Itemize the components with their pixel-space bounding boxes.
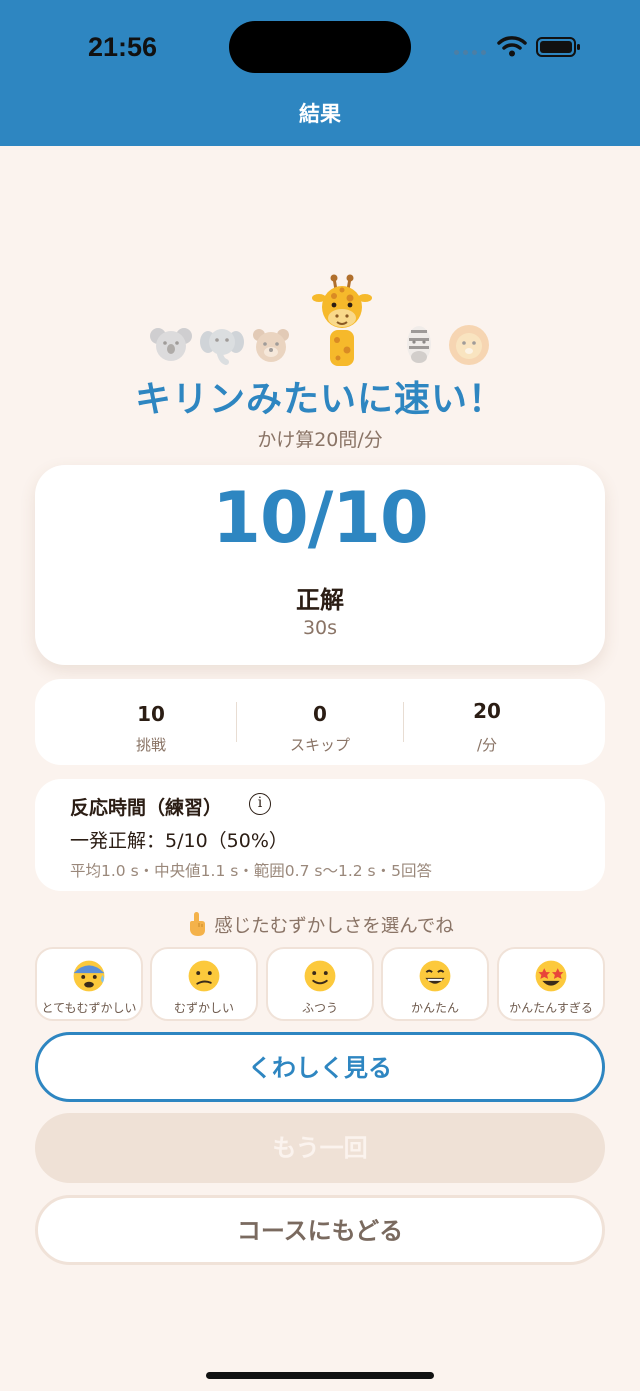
anxious-face-icon <box>73 960 105 992</box>
score-label: 正解 <box>296 586 344 614</box>
retry-button[interactable]: もう一回 <box>35 1113 605 1183</box>
reaction-stats: 平均1.0 s・中央値1.1 s・範囲0.7 s〜1.2 s・5回答 <box>70 862 432 880</box>
difficulty-very-hard-button[interactable]: とてもむずかしい <box>35 947 143 1021</box>
difficulty-label: むずかしい <box>173 1001 234 1015</box>
home-indicator[interactable] <box>206 1372 434 1379</box>
dynamic-island <box>229 21 411 73</box>
stat-value: 20 <box>473 699 501 723</box>
difficulty-easy-button[interactable]: かんたん <box>381 947 489 1021</box>
giraffe-icon <box>312 274 372 366</box>
reaction-title: 反応時間（練習） <box>70 797 223 819</box>
view-details-button[interactable]: くわしく見る <box>35 1032 605 1102</box>
battery-icon <box>536 37 580 57</box>
info-icon[interactable]: i <box>249 793 271 815</box>
zebra-icon <box>407 326 431 363</box>
difficulty-label: とてもむずかしい <box>41 1001 137 1015</box>
score-value: 10/10 <box>212 477 428 559</box>
cellular-signal-icon <box>454 50 486 55</box>
star-struck-face-icon <box>535 960 567 992</box>
stat-label: /分 <box>476 736 498 754</box>
difficulty-prompt: 感じたむずかしさを選んでね <box>0 911 640 938</box>
stat-divider <box>403 702 404 742</box>
page-title: 結果 <box>299 102 341 126</box>
koala-icon <box>150 328 192 361</box>
confused-face-icon <box>188 960 220 992</box>
grinning-face-icon <box>419 960 451 992</box>
difficulty-label: かんたん <box>410 1001 459 1015</box>
difficulty-label: かんたんすぎる <box>509 1001 593 1015</box>
status-time: 21:56 <box>88 32 158 62</box>
difficulty-very-easy-button[interactable]: かんたんすぎる <box>497 947 605 1021</box>
score-card: 10/10 正解 30s <box>35 465 605 665</box>
slight-smile-face-icon <box>304 960 336 992</box>
reaction-time-card: 反応時間（練習） i 一発正解：5/10（50%） 平均1.0 s・中央値1.1… <box>35 779 605 891</box>
back-to-course-button[interactable]: コースにもどる <box>35 1195 605 1265</box>
wifi-icon <box>497 36 527 57</box>
elapsed-time: 30s <box>302 617 338 639</box>
elephant-icon <box>200 329 244 365</box>
first-try-accuracy: 一発正解：5/10（50%） <box>70 830 288 852</box>
difficulty-hard-button[interactable]: むずかしい <box>150 947 258 1021</box>
lion-icon <box>449 325 489 365</box>
difficulty-prompt-text: 感じたむずかしさを選んでね <box>214 916 454 937</box>
difficulty-label: ふつう <box>301 1001 338 1015</box>
animal-lineup <box>0 270 640 370</box>
difficulty-normal-button[interactable]: ふつう <box>266 947 374 1021</box>
result-title: キリンみたいに速い！ <box>134 379 505 420</box>
bear-icon <box>253 329 289 362</box>
stat-rate: 20 /分 <box>387 679 587 765</box>
course-subtitle: かけ算20問/分 <box>257 429 383 451</box>
pointing-hand-icon <box>190 912 206 936</box>
app-header: 21:56 結果 <box>0 0 640 146</box>
stats-card: 10 挑戦 0 スキップ 20 /分 <box>35 679 605 765</box>
stat-divider <box>236 702 237 742</box>
